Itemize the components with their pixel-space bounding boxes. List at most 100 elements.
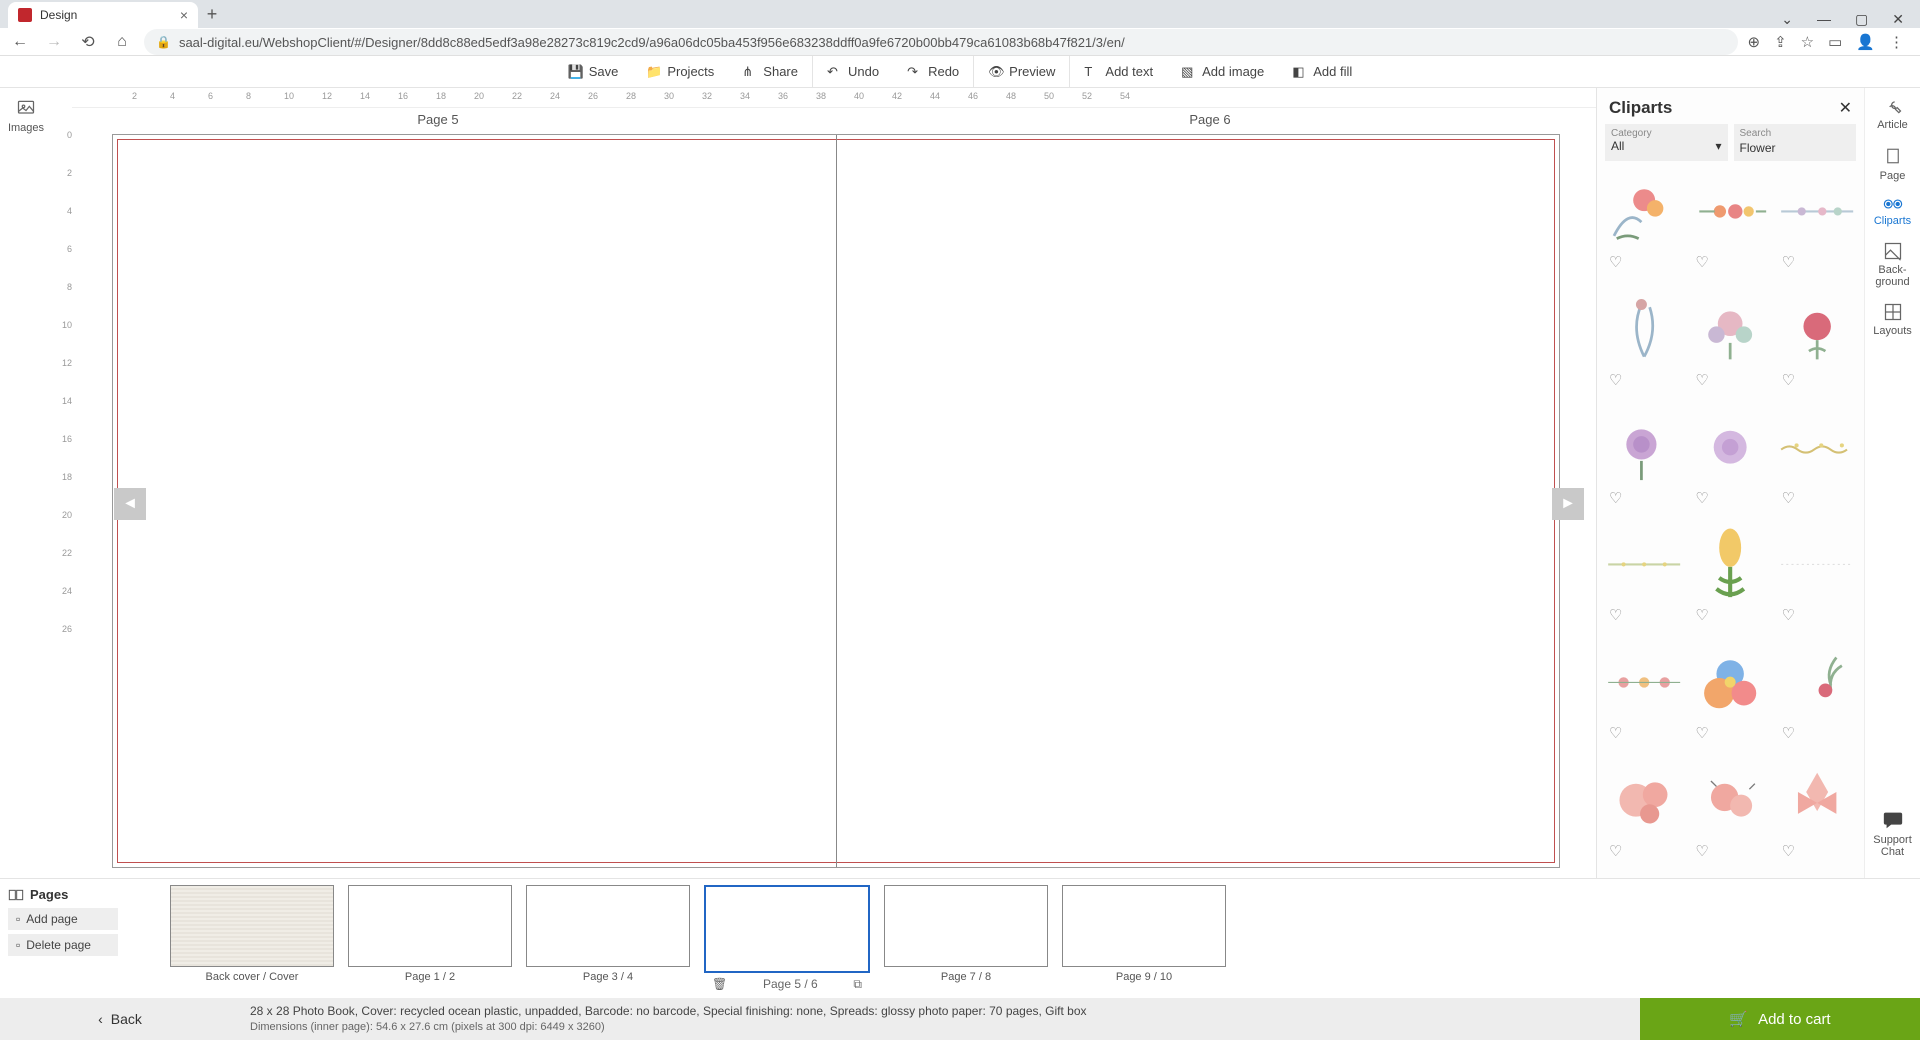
redo-button[interactable]: ↷Redo [893,56,974,88]
page-thumb-image[interactable] [1062,885,1226,967]
heart-icon[interactable]: ♡ [1782,842,1795,860]
clipart-thumb[interactable] [1776,289,1858,369]
trash-icon[interactable]: 🗑 [712,977,727,992]
search-field[interactable]: Search [1734,124,1857,161]
clipart-thumb[interactable] [1776,760,1858,840]
page-thumbnail[interactable]: 🗑Page 5 / 6⧉ [704,885,870,992]
spread-canvas[interactable] [112,134,1560,868]
cliparts-grid[interactable]: ♡♡♡♡♡♡♡♡♡♡♡♡♡♡♡♡♡♡ [1597,167,1864,878]
bookmark-icon[interactable]: ☆ [1801,33,1814,51]
clipart-thumb[interactable] [1689,642,1771,722]
clipart-item[interactable]: ♡ [1603,407,1685,509]
chevron-down-icon[interactable]: ⌄ [1781,11,1793,28]
profile-icon[interactable]: 👤 [1856,33,1875,51]
page-thumb-image[interactable] [704,885,870,973]
clipart-item[interactable]: ♡ [1689,524,1771,626]
back-button[interactable]: ← [8,30,32,54]
page-thumb-image[interactable] [526,885,690,967]
clipart-item[interactable]: ♡ [1603,760,1685,862]
clipart-thumb[interactable] [1603,642,1685,722]
clipart-item[interactable]: ♡ [1603,642,1685,744]
clipart-item[interactable]: ♡ [1689,171,1771,273]
layouts-tab[interactable]: Layouts [1865,302,1920,337]
clipart-thumb[interactable] [1603,407,1685,487]
article-tab[interactable]: Article [1865,96,1920,131]
add-page-button[interactable]: ▫Add page [8,908,118,930]
clipart-thumb[interactable] [1603,171,1685,251]
page-thumbnails[interactable]: Back cover / CoverPage 1 / 2Page 3 / 4🗑P… [170,879,1920,998]
clipart-thumb[interactable] [1603,760,1685,840]
add-text-button[interactable]: TAdd text [1070,56,1167,88]
add-to-cart-button[interactable]: 🛒 Add to cart [1640,998,1920,1040]
page-thumbnail[interactable]: Page 7 / 8 [884,885,1048,992]
page-spread[interactable]: ◄ ► [76,130,1596,878]
page-thumb-image[interactable] [348,885,512,967]
heart-icon[interactable]: ♡ [1782,724,1795,742]
clipart-item[interactable]: ♡ [1776,642,1858,744]
clipart-thumb[interactable] [1776,407,1858,487]
clipart-item[interactable]: ♡ [1603,524,1685,626]
close-panel-icon[interactable]: ✕ [1839,98,1852,118]
minimize-icon[interactable]: — [1817,11,1831,28]
clipart-thumb[interactable] [1689,407,1771,487]
clipart-item[interactable]: ♡ [1776,524,1858,626]
clipart-thumb[interactable] [1603,289,1685,369]
new-tab-button[interactable]: + [198,0,226,28]
cliparts-tab[interactable]: Cliparts [1865,196,1920,227]
clipart-thumb[interactable] [1689,760,1771,840]
prev-spread-button[interactable]: ◄ [114,488,146,520]
heart-icon[interactable]: ♡ [1695,724,1708,742]
page-thumbnail[interactable]: Page 1 / 2 [348,885,512,992]
share-button[interactable]: ⋔Share [728,56,813,88]
back-button-footer[interactable]: ‹Back [0,1011,240,1027]
page-thumbnail[interactable]: Page 9 / 10 [1062,885,1226,992]
clipart-item[interactable]: ♡ [1603,289,1685,391]
page-thumbnail[interactable]: Page 3 / 4 [526,885,690,992]
home-button[interactable]: ⌂ [110,30,134,54]
search-input[interactable] [1740,141,1851,155]
clipart-thumb[interactable] [1776,524,1858,604]
heart-icon[interactable]: ♡ [1609,606,1622,624]
heart-icon[interactable]: ♡ [1695,489,1708,507]
next-spread-button[interactable]: ► [1552,488,1584,520]
heart-icon[interactable]: ♡ [1782,253,1795,271]
heart-icon[interactable]: ♡ [1609,371,1622,389]
background-tab[interactable]: Back- ground [1865,241,1920,288]
heart-icon[interactable]: ♡ [1782,606,1795,624]
clipart-item[interactable]: ♡ [1776,289,1858,391]
close-window-icon[interactable]: ✕ [1892,11,1904,28]
clipart-item[interactable]: ♡ [1603,171,1685,273]
clipart-item[interactable]: ♡ [1689,407,1771,509]
maximize-icon[interactable]: ▢ [1855,11,1868,28]
clipart-thumb[interactable] [1689,289,1771,369]
support-chat[interactable]: Support Chat [1865,809,1920,858]
clipart-item[interactable]: ♡ [1776,171,1858,273]
undo-button[interactable]: ↶Undo [813,56,893,88]
delete-page-button[interactable]: ▫Delete page [8,934,118,956]
zoom-icon[interactable]: ⊕ [1748,33,1761,51]
sidepanel-icon[interactable]: ▭ [1828,33,1842,51]
images-tab[interactable]: Images [8,98,44,134]
page-thumb-image[interactable] [884,885,1048,967]
url-input[interactable]: 🔒 saal-digital.eu/WebshopClient/#/Design… [144,29,1738,55]
category-dropdown[interactable]: Category All▾ [1605,124,1728,161]
page-thumbnail[interactable]: Back cover / Cover [170,885,334,992]
heart-icon[interactable]: ♡ [1782,489,1795,507]
heart-icon[interactable]: ♡ [1782,371,1795,389]
clipart-thumb[interactable] [1603,524,1685,604]
heart-icon[interactable]: ♡ [1609,724,1622,742]
clipart-item[interactable]: ♡ [1689,760,1771,862]
menu-icon[interactable]: ⋮ [1889,33,1904,51]
add-fill-button[interactable]: ◧Add fill [1278,56,1366,88]
clipart-item[interactable]: ♡ [1776,407,1858,509]
clipart-thumb[interactable] [1689,524,1771,604]
page-thumb-image[interactable] [170,885,334,967]
heart-icon[interactable]: ♡ [1695,253,1708,271]
clipart-item[interactable]: ♡ [1776,760,1858,862]
duplicate-icon[interactable]: ⧉ [853,977,862,992]
page-tab[interactable]: Page [1865,145,1920,182]
clipart-thumb[interactable] [1776,642,1858,722]
clipart-thumb[interactable] [1776,171,1858,251]
add-image-button[interactable]: ▧Add image [1167,56,1278,88]
heart-icon[interactable]: ♡ [1609,253,1622,271]
